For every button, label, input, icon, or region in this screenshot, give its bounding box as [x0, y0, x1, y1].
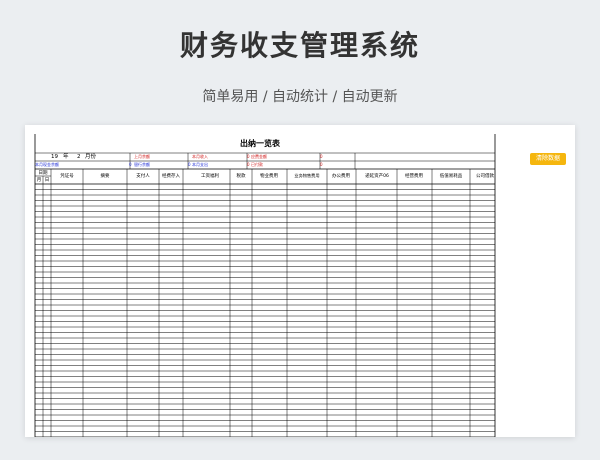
summary-value-income: 0 — [247, 154, 250, 159]
col-header-office: 办公费用 — [332, 172, 350, 179]
summary-label-paid: 已付款 — [251, 161, 263, 167]
page-title: 财务收支管理系统 — [179, 29, 420, 62]
summary-value-expense: 0 — [188, 162, 191, 167]
ledger-sheet: 出纳一览表 19 年 2 月份 上月余额 本月收入 0 应费金额 0 本月现金余… — [25, 125, 575, 437]
col-header-operating: 经营费用 — [405, 172, 423, 179]
summary-label-expense: 本月支出 — [192, 161, 208, 167]
summary-value-paid-amount: 0 — [320, 162, 323, 167]
clear-data-button[interactable]: 清除数据 — [530, 153, 566, 165]
page-subtitle: 简单易用 / 自动统计 / 自动更新 — [202, 89, 398, 105]
col-header-tax: 税款 — [237, 172, 246, 179]
summary-label-last-month: 上月余额 — [134, 153, 150, 159]
col-header-property: 物业费用 — [260, 172, 278, 179]
summary-label-cash: 本月现金余额 — [35, 161, 59, 167]
ledger-grid: 出纳一览表 19 年 2 月份 上月余额 本月收入 0 应费金额 0 本月现金余… — [34, 134, 496, 437]
summary-label-payable: 应费金额 — [251, 153, 267, 159]
col-header-deferred: 递延资产06 — [365, 172, 389, 179]
summary-value-bank: 0 — [129, 162, 132, 167]
period-month[interactable]: 2 — [77, 154, 81, 160]
period-year[interactable]: 19 — [51, 154, 58, 160]
summary-value-payable: 0 — [320, 154, 323, 159]
period-year-suffix: 年 — [63, 152, 69, 160]
col-header-deposit: 经费存入 — [162, 172, 180, 179]
col-header-summary: 摘要 — [101, 172, 110, 179]
col-header-payer: 支付人 — [136, 172, 150, 179]
summary-label-bank: 银行余额 — [134, 161, 150, 167]
summary-value-paid: 0 — [247, 162, 250, 167]
col-header-consumables: 低值易耗品 — [440, 172, 463, 179]
col-header-business: 业务物售费用 — [294, 172, 319, 179]
col-header-date: 日期 — [39, 170, 48, 176]
period-month-suffix: 月份 — [85, 152, 97, 160]
summary-label-income: 本月收入 — [192, 153, 208, 159]
col-header-voucher: 凭证号 — [60, 172, 74, 179]
col-subheader-month: 月 — [37, 177, 42, 183]
col-header-loan: 公司借款 — [476, 172, 494, 179]
col-subheader-day: 日 — [45, 177, 50, 183]
col-header-salary: 工资福利 — [201, 172, 219, 179]
sheet-title: 出纳一览表 — [240, 138, 281, 148]
